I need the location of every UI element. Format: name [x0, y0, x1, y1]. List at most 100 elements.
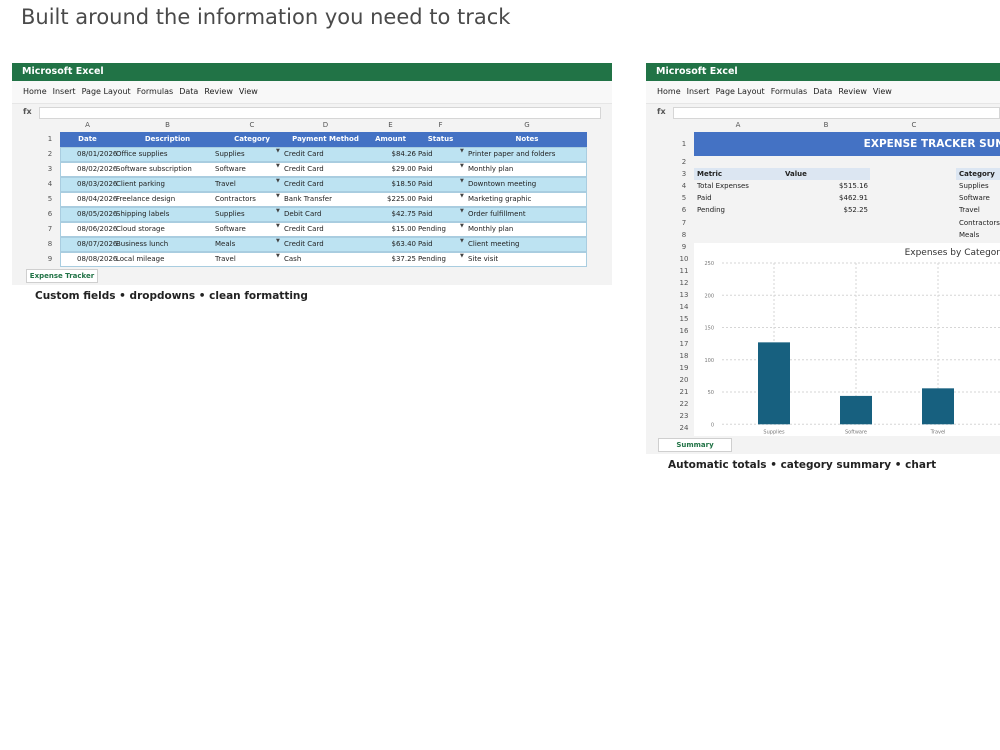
right-caption: Automatic totals • category summary • ch…: [668, 459, 937, 471]
cell-category: Meals: [215, 240, 236, 248]
row-number: 24: [674, 422, 694, 435]
summary-grid: A B C 1 2 3 4 5 6 7 8 9 10 11 12 13 14 15 16 17 18 19 20 21 22 23…: [674, 120, 1000, 436]
metric-name: Total Expenses: [697, 182, 749, 191]
bar-software[interactable]: [840, 395, 872, 424]
formula-bar: fx: [12, 104, 612, 119]
row-number: 3: [674, 168, 694, 181]
column-header-C: C: [870, 120, 958, 130]
metric-value: $52.25: [843, 206, 869, 215]
menu-review[interactable]: Review: [204, 87, 233, 96]
formula-input[interactable]: [39, 107, 601, 119]
row-number: 1: [674, 132, 694, 156]
menu-formulas[interactable]: Formulas: [137, 87, 174, 96]
row-number: 9: [674, 240, 694, 253]
menu-insert[interactable]: Insert: [53, 87, 76, 96]
column-header-B: B: [782, 120, 870, 130]
cell-notes: Printer paper and folders: [468, 150, 556, 158]
row-number: 10: [674, 252, 694, 265]
row-number: 3: [40, 162, 60, 177]
header-cell-category: Category: [220, 132, 284, 147]
menu-view[interactable]: View: [873, 87, 892, 96]
row-number: 6: [674, 204, 694, 217]
sheet-tab-summary[interactable]: Summary: [658, 438, 732, 452]
menu-formulas[interactable]: Formulas: [771, 87, 808, 96]
cell-notes: Downtown meeting: [468, 180, 537, 188]
fx-icon: fx: [23, 107, 32, 116]
menu-insert[interactable]: Insert: [687, 87, 710, 96]
cell-amount: $18.50: [391, 180, 417, 188]
dropdown-arrow-icon: ▼: [276, 148, 280, 154]
menu-data[interactable]: Data: [813, 87, 832, 96]
cell-category: Travel: [215, 255, 236, 263]
dropdown-arrow-icon: ▼: [460, 238, 464, 244]
app-title: Microsoft Excel: [12, 63, 612, 81]
dropdown-arrow-icon: ▼: [276, 163, 280, 169]
cell-amount: $63.40: [391, 240, 417, 248]
metric-name: Paid: [697, 194, 712, 203]
expenses-chart[interactable]: Expenses by Categor 0 50 100 150 200 250 Suppli…: [694, 242, 1000, 436]
row-number: 4: [674, 180, 694, 193]
cell-amount: $29.00: [391, 165, 417, 173]
cell-notes: Monthly plan: [468, 165, 514, 173]
column-header-D: [958, 120, 1000, 130]
cell-amount: $42.75: [391, 210, 417, 218]
row-number: 11: [674, 264, 694, 277]
row-number: 18: [674, 349, 694, 362]
column-header-C: C: [220, 120, 284, 130]
row-number: 22: [674, 398, 694, 411]
fx-icon-right: fx: [657, 107, 666, 116]
category-name: Software: [959, 194, 990, 203]
dropdown-arrow-icon: ▼: [460, 163, 464, 169]
page-headline: Built around the information you need to…: [21, 5, 511, 29]
bar-supplies[interactable]: [758, 342, 790, 424]
formula-input-right[interactable]: [673, 107, 1000, 119]
header-cell-date: Date: [60, 132, 115, 147]
cell-payment-method: Debit Card: [284, 210, 322, 218]
row-number: 2: [40, 147, 60, 162]
row-number: 5: [674, 192, 694, 205]
y-tick-label: 50: [708, 390, 714, 396]
dropdown-arrow-icon: ▼: [276, 208, 280, 214]
row-number: 2: [674, 156, 694, 169]
menu-page-layout[interactable]: Page Layout: [716, 87, 765, 96]
cell-description: Cloud storage: [116, 225, 165, 233]
cell-category: Contractors: [215, 195, 256, 203]
category-header: Category: [956, 168, 1000, 181]
cell-notes: Order fulfillment: [468, 210, 526, 218]
row-number: 20: [674, 373, 694, 386]
category-name: Contractors: [959, 218, 1000, 227]
formula-bar-right: fx: [646, 104, 1000, 119]
column-header-E: E: [367, 120, 414, 130]
cell-category: Travel: [215, 180, 236, 188]
menu-home[interactable]: Home: [657, 87, 681, 96]
left-caption: Custom fields • dropdowns • clean format…: [35, 290, 308, 302]
excel-window-expense-tracker: Microsoft Excel Home Insert Page Layout For…: [12, 63, 612, 285]
header-cell-description: Description: [115, 132, 220, 147]
menu-view[interactable]: View: [239, 87, 258, 96]
row-number: 4: [40, 177, 60, 192]
category-name: Travel: [959, 206, 980, 215]
y-tick-label: 250: [704, 261, 714, 267]
cell-payment-method: Credit Card: [284, 225, 324, 233]
x-tick-label: Supplies: [763, 429, 785, 435]
cell-description: Client parking: [116, 180, 165, 188]
menu-review[interactable]: Review: [838, 87, 867, 96]
cell-payment-method: Credit Card: [284, 180, 324, 188]
menu-data[interactable]: Data: [179, 87, 198, 96]
sheet-tab-expense-tracker[interactable]: Expense Tracker: [26, 269, 98, 283]
summary-banner: EXPENSE TRACKER SUN: [694, 132, 1000, 156]
bar-travel[interactable]: [922, 388, 954, 424]
value-header: Value: [782, 168, 870, 181]
menu-page-layout[interactable]: Page Layout: [82, 87, 131, 96]
cell-description: Office supplies: [116, 150, 168, 158]
dropdown-arrow-icon: ▼: [460, 193, 464, 199]
x-tick-label: Travel: [930, 429, 946, 435]
y-tick-label: 150: [704, 325, 714, 331]
row-number: 8: [674, 228, 694, 241]
dropdown-arrow-icon: ▼: [276, 238, 280, 244]
cell-notes: Monthly plan: [468, 225, 514, 233]
column-header-A: A: [694, 120, 782, 130]
menu-home[interactable]: Home: [23, 87, 47, 96]
column-header-B: B: [115, 120, 220, 130]
metric-header: Metric: [694, 168, 782, 181]
